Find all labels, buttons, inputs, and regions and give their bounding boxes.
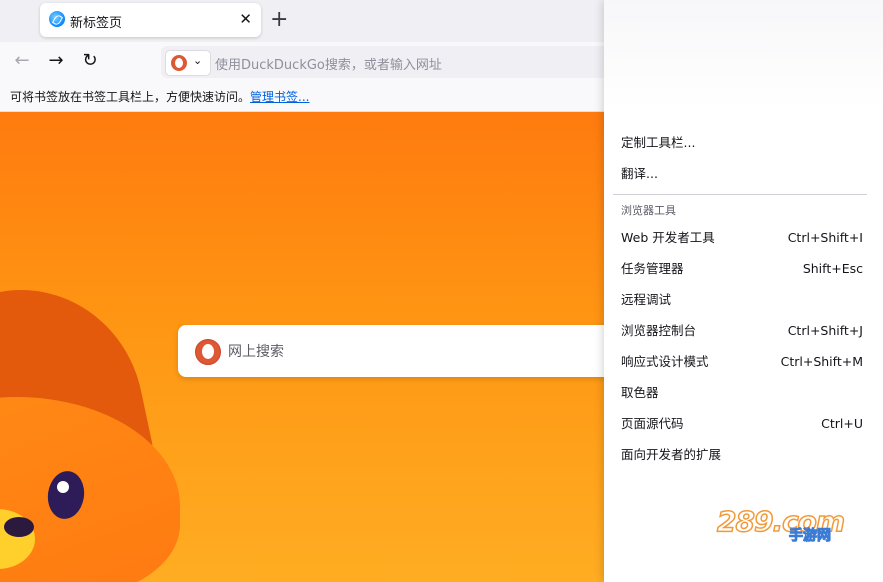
reload-button[interactable]: ↻ xyxy=(78,49,102,73)
menu-item-web-developer-tools[interactable]: Web 开发者工具 Ctrl+Shift+I xyxy=(621,227,863,249)
menu-section-header: 浏览器工具 xyxy=(621,204,676,217)
menu-item-translate[interactable]: 翻译... xyxy=(621,163,861,185)
duckduckgo-icon xyxy=(171,55,187,71)
close-tab-icon[interactable]: ✕ xyxy=(239,9,252,29)
menu-item-shortcut: Ctrl+Shift+M xyxy=(780,354,863,369)
menu-item-shortcut: Ctrl+U xyxy=(821,416,863,431)
site-watermark: 289.com 手游网 xyxy=(716,504,862,545)
menu-item-label: 取色器 xyxy=(621,385,659,400)
menu-item-shortcut: Ctrl+Shift+J xyxy=(787,323,863,338)
back-button[interactable]: ← xyxy=(10,49,34,73)
forward-button[interactable]: → xyxy=(44,49,68,73)
menu-item-label: Web 开发者工具 xyxy=(621,230,715,245)
menu-item-label: 面向开发者的扩展 xyxy=(621,447,722,462)
menu-item-customize-toolbar[interactable]: 定制工具栏... xyxy=(621,132,861,154)
menu-item-label: 页面源代码 xyxy=(621,416,684,431)
menu-item-browser-console[interactable]: 浏览器控制台 Ctrl+Shift+J xyxy=(621,320,863,342)
menu-item-shortcut: Shift+Esc xyxy=(802,261,863,276)
menu-item-label: 翻译... xyxy=(621,166,658,181)
web-search-box[interactable]: 网上搜索 xyxy=(178,325,618,377)
menu-item-page-source[interactable]: 页面源代码 Ctrl+U xyxy=(621,413,863,435)
menu-item-label: 远程调试 xyxy=(621,292,672,307)
fox-eye-shine xyxy=(57,481,69,493)
tab-title: 新标签页 xyxy=(70,16,123,31)
tab-new-tab[interactable]: 新标签页 ✕ xyxy=(40,3,261,37)
url-input-placeholder[interactable]: 使用DuckDuckGo搜索，或者输入网址 xyxy=(215,54,442,73)
more-tools-menu: 定制工具栏... 翻译... 浏览器工具 Web 开发者工具 Ctrl+Shif… xyxy=(604,0,883,582)
duckduckgo-icon xyxy=(195,339,221,365)
menu-item-eyedropper[interactable]: 取色器 xyxy=(621,382,861,404)
url-bar[interactable]: ⌄ 使用DuckDuckGo搜索，或者输入网址 xyxy=(161,46,621,78)
menu-item-shortcut: Ctrl+Shift+I xyxy=(787,230,863,245)
menu-item-responsive-design-mode[interactable]: 响应式设计模式 Ctrl+Shift+M xyxy=(621,351,863,373)
menu-item-label: 定制工具栏... xyxy=(621,135,696,150)
firefox-favicon-icon xyxy=(49,11,65,27)
web-search-placeholder[interactable]: 网上搜索 xyxy=(228,341,284,361)
menu-top-area xyxy=(604,0,883,110)
menu-separator xyxy=(613,194,867,195)
watermark-sub: 手游网 xyxy=(789,528,832,545)
menu-item-remote-debugging[interactable]: 远程调试 xyxy=(621,289,861,311)
menu-item-developer-extensions[interactable]: 面向开发者的扩展 xyxy=(621,444,861,466)
new-tab-button[interactable]: + xyxy=(270,7,288,33)
menu-item-task-manager[interactable]: 任务管理器 Shift+Esc xyxy=(621,258,863,280)
menu-item-label: 浏览器控制台 xyxy=(621,323,697,338)
menu-item-label: 任务管理器 xyxy=(621,261,684,276)
chevron-down-icon: ⌄ xyxy=(193,54,203,67)
fox-nose-illustration xyxy=(4,517,34,537)
menu-item-label: 响应式设计模式 xyxy=(621,354,709,369)
search-engine-button[interactable]: ⌄ xyxy=(165,50,211,76)
bookmarks-hint-text: 可将书签放在书签工具栏上，方便快速访问。 xyxy=(10,90,251,104)
manage-bookmarks-link[interactable]: 管理书签... xyxy=(250,90,309,104)
bookmarks-hint: 可将书签放在书签工具栏上，方便快速访问。管理书签... xyxy=(10,88,309,105)
